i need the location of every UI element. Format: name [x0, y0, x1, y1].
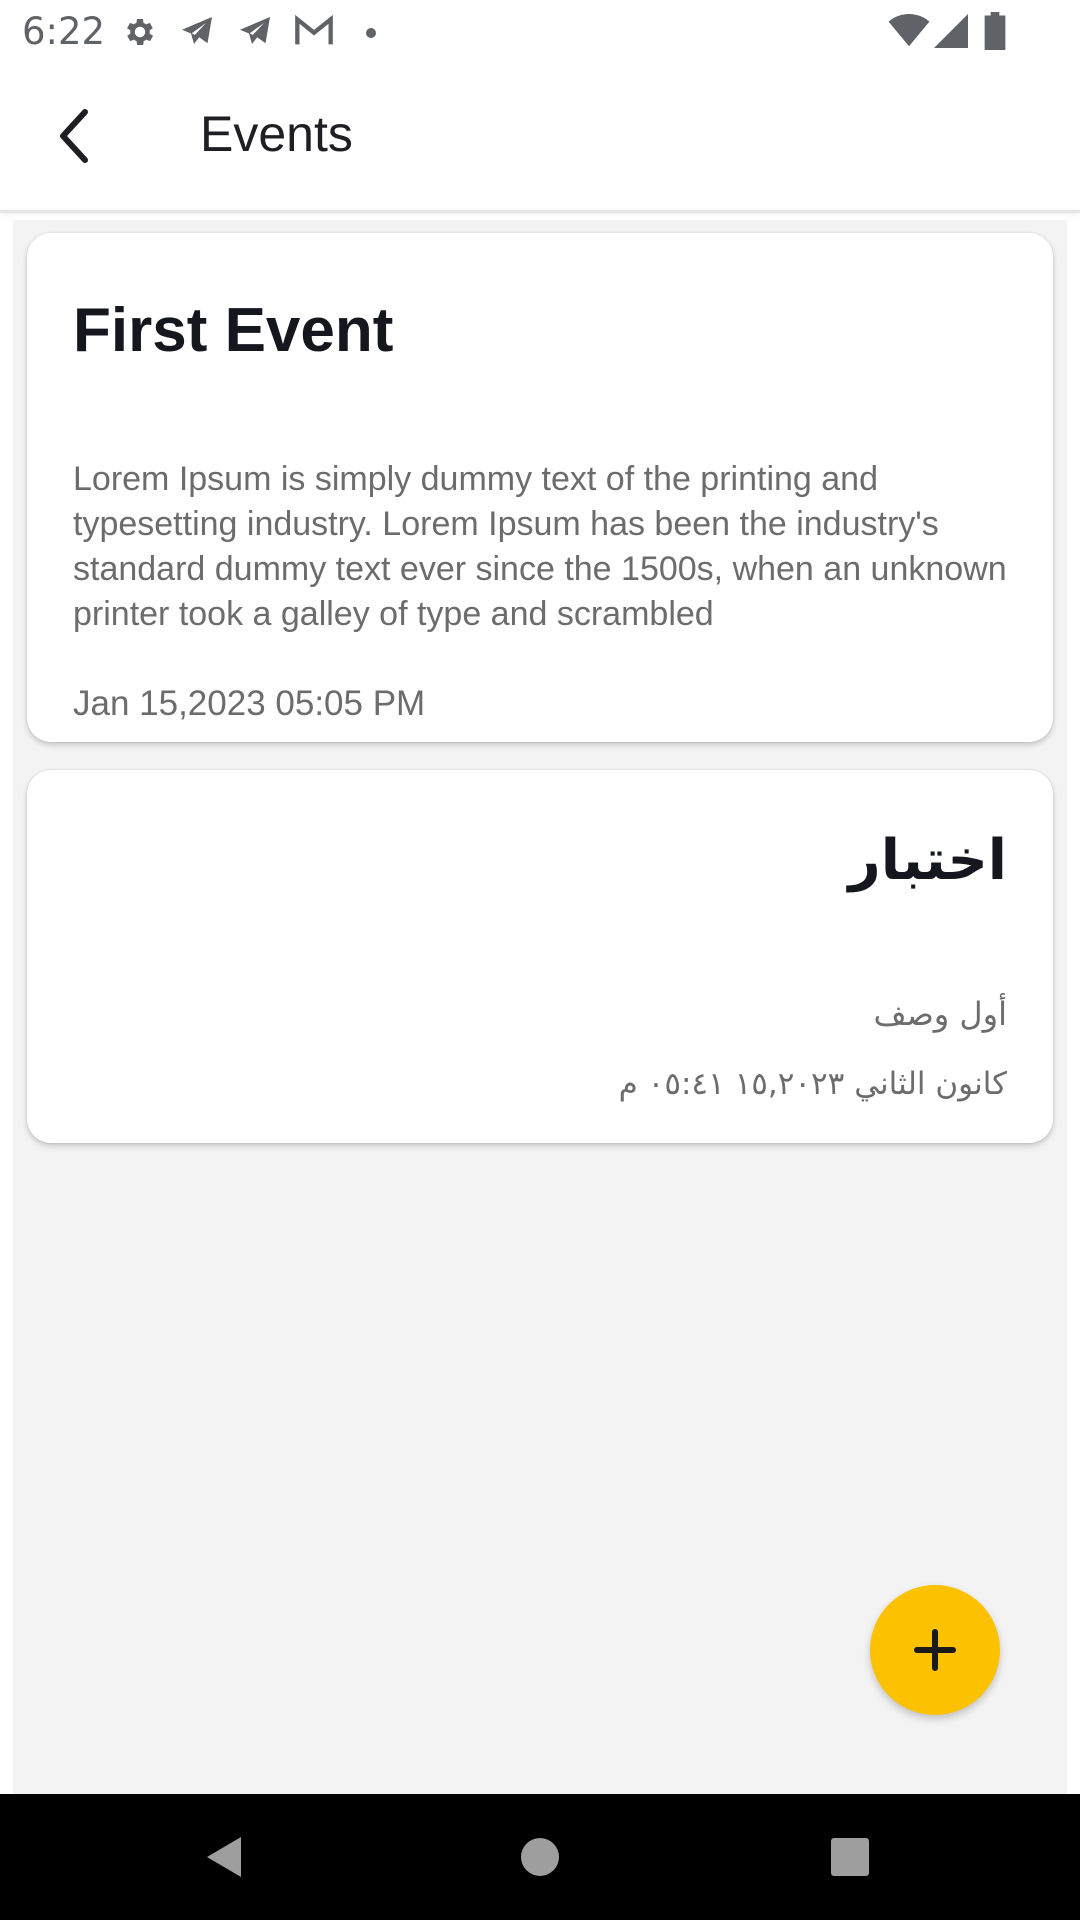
gmail-icon — [294, 14, 334, 53]
plus-icon — [914, 1629, 956, 1671]
signal-icon — [934, 14, 968, 53]
nav-recents-button[interactable] — [817, 1824, 883, 1890]
page-title: Events — [200, 106, 353, 162]
event-card[interactable]: First Event Lorem Ipsum is simply dummy … — [27, 233, 1053, 742]
app-bar: Events — [0, 63, 1080, 213]
event-title: First Event — [73, 296, 394, 365]
battery-icon — [984, 12, 1006, 55]
events-list: First Event Lorem Ipsum is simply dummy … — [13, 220, 1067, 1794]
back-button[interactable] — [40, 103, 106, 169]
nav-back-button[interactable] — [192, 1824, 258, 1890]
recents-square-icon — [831, 1838, 869, 1876]
status-time: 6:22 — [22, 10, 106, 53]
event-card[interactable]: اختبار أول وصف كانون الثاني ١٥,٢٠٢٣ ٠٥:٤… — [27, 770, 1053, 1143]
back-triangle-icon — [207, 1837, 241, 1877]
add-event-button[interactable] — [870, 1585, 1000, 1715]
nav-home-button[interactable] — [507, 1824, 573, 1890]
event-datetime: Jan 15,2023 05:05 PM — [73, 684, 426, 723]
telegram-icon — [236, 14, 274, 55]
event-description: Lorem Ipsum is simply dummy text of the … — [73, 460, 1007, 633]
back-arrow-icon — [60, 109, 88, 163]
telegram-icon — [178, 14, 216, 55]
event-title: اختبار — [848, 828, 1007, 893]
home-circle-icon — [521, 1838, 559, 1876]
status-bar: 6:22 — [0, 0, 1080, 63]
system-nav-bar — [0, 1794, 1080, 1920]
event-description: أول وصف — [873, 995, 1007, 1033]
event-datetime: كانون الثاني ١٥,٢٠٢٣ ٠٥:٤١ م — [618, 1066, 1007, 1102]
dot-icon — [365, 26, 377, 44]
wifi-icon — [888, 14, 930, 53]
settings-icon — [122, 14, 158, 55]
